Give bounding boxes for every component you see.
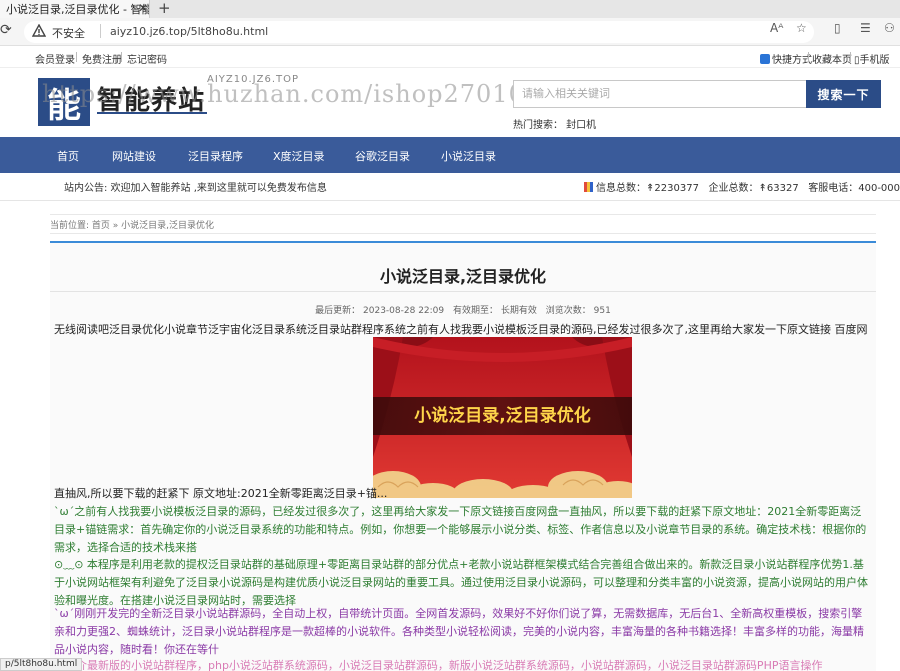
link-divider (808, 52, 809, 62)
nav-x-pan-directory[interactable]: X度泛目录 (273, 148, 325, 164)
page-title: 小说泛目录,泛目录优化 (379, 267, 547, 286)
register-link[interactable]: 免费注册 (82, 51, 122, 66)
article-text-continued: 直抽风,所以要下载的赶紧下 原文地址:2021全新零距离泛目录+锚... (54, 487, 388, 500)
status-bar-url: p/5lt8ho8u.html (0, 658, 83, 671)
read-aloud-icon[interactable]: Aᴬ (770, 21, 783, 35)
checkbox-icon (760, 54, 770, 64)
link-divider (76, 52, 77, 62)
tab-title: 小说泛目录,泛目录优化 - 智能养 (6, 3, 150, 16)
tab-close-icon[interactable]: ✕ (138, 1, 148, 15)
new-tab-icon[interactable]: + (158, 0, 171, 17)
split-view-icon[interactable]: ▯ (834, 21, 841, 35)
divider (50, 291, 876, 292)
logo-underline (97, 112, 207, 114)
collections-icon[interactable]: ☰ (860, 21, 871, 35)
url-box[interactable]: 不安全 aiyz10.jz6.top/5lt8ho8u.html (24, 21, 814, 43)
mobile-link[interactable]: ▯手机版 (854, 51, 890, 66)
address-bar: ⟳ 不安全 aiyz10.jz6.top/5lt8ho8u.html Aᴬ ☆ … (0, 18, 900, 46)
url-divider (100, 24, 101, 38)
nav-website-building[interactable]: 网站建设 (112, 148, 156, 164)
divider (50, 214, 876, 215)
article-image: 小说泛目录,泛目录优化 (373, 337, 632, 498)
breadcrumb[interactable]: 当前位置: 首页 » 小说泛目录,泛目录优化 (50, 218, 214, 231)
main-nav: 首页 网站建设 泛目录程序 X度泛目录 谷歌泛目录 小说泛目录 (0, 137, 900, 173)
top-links-bar: 会员登录 免费注册 忘记密码 快捷方式 收藏本页 ▯手机版 (0, 46, 900, 68)
browser-tab[interactable]: 小说泛目录,泛目录优化 - 智能养 (0, 0, 150, 18)
article-paragraph: ⊙﹏⊙ 本程序是利用老款的提权泛目录站群的基础原理+零距离目录站群的部分优点+老… (54, 558, 868, 607)
user-icon: ↟ (758, 183, 767, 194)
bookmark-link[interactable]: 收藏本页 (812, 51, 852, 66)
forgot-password-link[interactable]: 忘记密码 (127, 51, 167, 66)
nav-novel-pan-directory[interactable]: 小说泛目录 (441, 148, 496, 164)
search-button[interactable]: 搜索一下 (806, 80, 881, 108)
watermark: https://www.huzhan.com/ishop27010 (42, 80, 525, 108)
article-paragraph: 源简介最新版的小说站群程序，php小说泛站群系统源码，小说泛目录站群源码，新版小… (54, 659, 823, 671)
valid-until: 有效期至： 长期有效 (453, 306, 537, 316)
divider (50, 233, 876, 234)
site-stats: 信息总数：↟2230377 企业总数：↟63327 客服电话：400-000-0… (584, 179, 900, 194)
hot-search[interactable]: 热门搜索： 封口机 (513, 116, 596, 131)
notice-bar: 站内公告: 欢迎加入智能养站 ,来到这里就可以免费发布信息 信息总数：↟2230… (0, 173, 900, 201)
flag-icon (584, 182, 593, 192)
login-link[interactable]: 会员登录 (35, 51, 75, 66)
updated-date: 最后更新： 2023-08-28 22:09 (315, 306, 445, 316)
article-meta: 最后更新： 2023-08-28 22:09 有效期至： 长期有效 浏览次数： … (50, 303, 876, 316)
article-paragraph: `ω´之前有人找我要小说模板泛目录的源码，已经发过很多次了，这里再给大家发一下原… (54, 505, 867, 554)
reload-icon[interactable]: ⟳ (0, 22, 12, 38)
profile-icon[interactable]: ⚇ (884, 21, 895, 35)
security-label: 不安全 (52, 27, 85, 40)
link-divider (850, 52, 851, 62)
url-text[interactable]: aiyz10.jz6.top/5lt8ho8u.html (110, 25, 268, 38)
nav-google-pan-directory[interactable]: 谷歌泛目录 (355, 148, 410, 164)
search-input[interactable]: 请输入相关关键词 (513, 80, 807, 108)
site-announcement[interactable]: 站内公告: 欢迎加入智能养站 ,来到这里就可以免费发布信息 (64, 179, 327, 194)
favorite-icon[interactable]: ☆ (796, 21, 807, 35)
browser-tab-bar: 小说泛目录,泛目录优化 - 智能养 ✕ + (0, 0, 900, 18)
link-divider (121, 52, 122, 62)
nav-home[interactable]: 首页 (57, 148, 79, 164)
nav-pan-directory-program[interactable]: 泛目录程序 (188, 148, 243, 164)
view-count: 浏览次数： 951 (545, 306, 611, 316)
image-caption: 小说泛目录,泛目录优化 (414, 405, 590, 426)
article-paragraph: `ω´刚刚开发完的全新泛目录小说站群源码，全自动上权，自带统计页面。全网首发源码… (54, 607, 864, 656)
shortcut-link[interactable]: 快捷方式 (760, 51, 812, 66)
warning-icon[interactable] (32, 24, 46, 38)
